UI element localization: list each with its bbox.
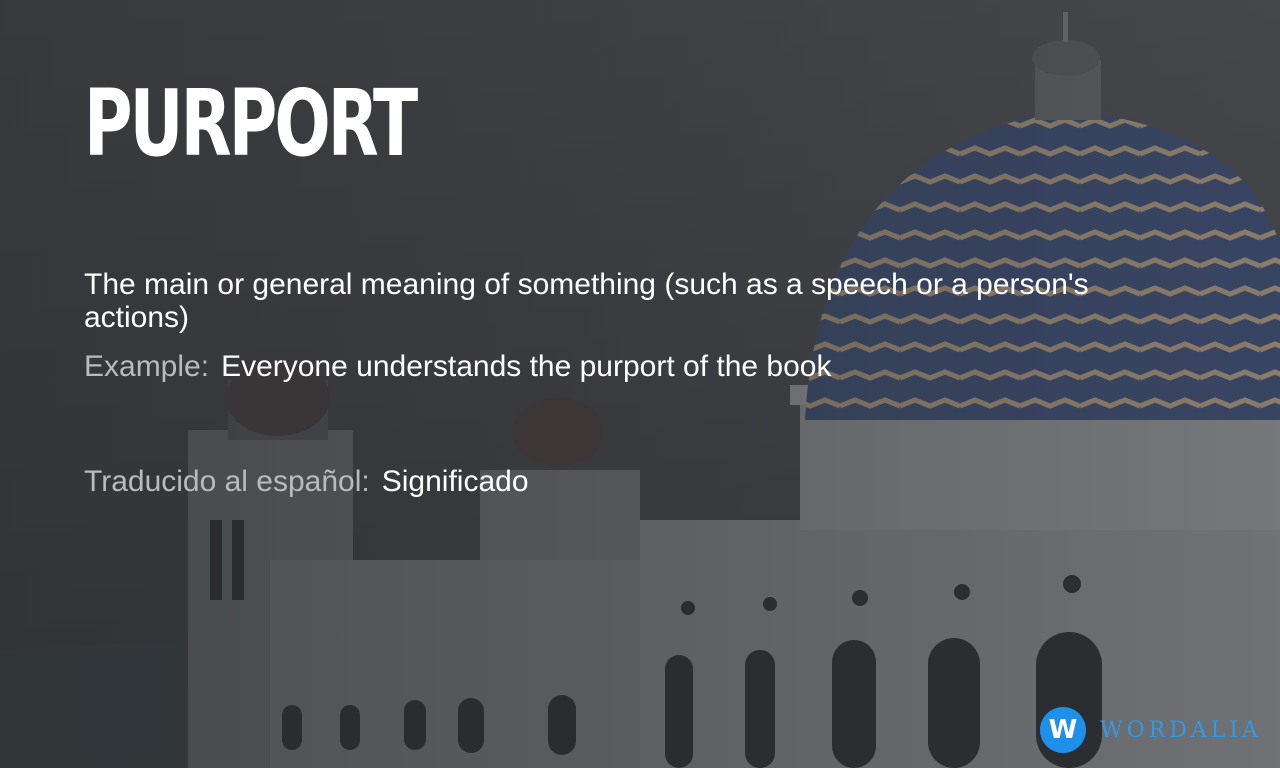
- word-definition: The main or general meaning of something…: [84, 268, 1089, 334]
- example-sentence: Example: Everyone understands the purport…: [84, 350, 831, 384]
- brand-logo: W WORDALIA: [1040, 707, 1262, 753]
- translation-text: Significado: [381, 465, 529, 498]
- wordalia-logo-icon: W: [1040, 707, 1086, 753]
- translation-label: Traducido al español:: [84, 465, 370, 498]
- vocabulary-word: PURPORT: [84, 70, 418, 177]
- example-label: Example:: [84, 350, 210, 383]
- spanish-translation: Traducido al español: Significado: [84, 465, 529, 499]
- example-text: Everyone understands the purport of the …: [221, 350, 832, 383]
- brand-name: WORDALIA: [1100, 717, 1262, 743]
